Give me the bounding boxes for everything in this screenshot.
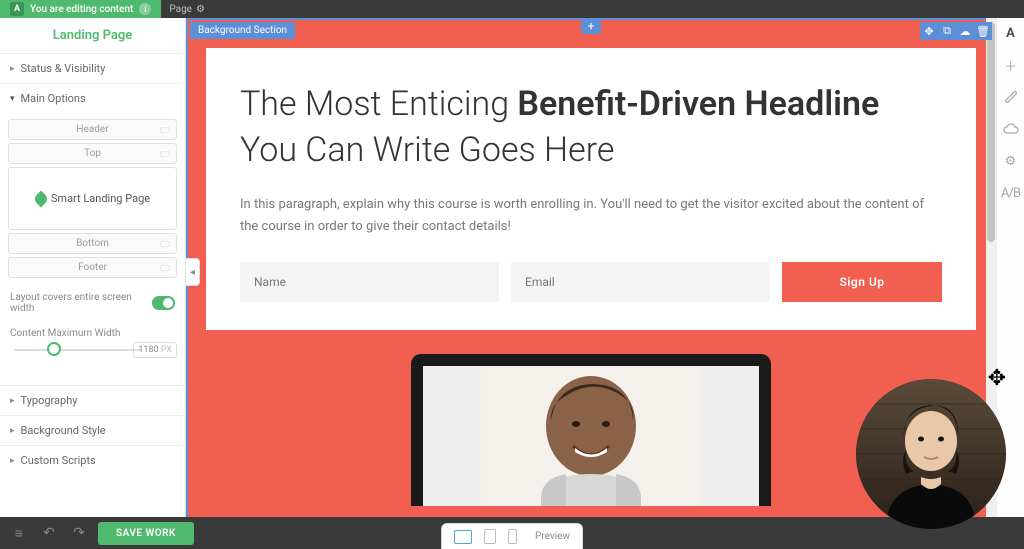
panel-label: Main Options <box>21 92 86 105</box>
phone-view-button[interactable] <box>508 529 517 544</box>
fullwidth-toggle[interactable] <box>152 296 175 310</box>
device-preview-switcher: Preview <box>441 523 583 549</box>
page-crumb[interactable]: Page ⚙ <box>161 4 213 15</box>
move-cursor-icon: ✥ <box>988 366 1006 391</box>
section-tag[interactable]: Background Section <box>190 22 295 39</box>
layout-label: Footer <box>78 262 107 273</box>
presenter-illustration <box>856 379 1006 529</box>
paragraph[interactable]: In this paragraph, explain why this cour… <box>240 194 942 238</box>
panel-main-options[interactable]: ▾ Main Options <box>0 83 185 113</box>
redo-button[interactable]: ↷ <box>68 522 90 544</box>
width-unit: PX <box>161 345 172 355</box>
move-icon[interactable]: ✥ <box>920 22 938 40</box>
person-illustration <box>481 366 701 506</box>
duplicate-icon[interactable]: ⧉ <box>938 22 956 40</box>
left-sidebar: Landing Page ▸ Status & Visibility ▾ Mai… <box>0 18 186 517</box>
fullwidth-toggle-row: Layout covers entire screen width <box>0 284 185 322</box>
undo-button[interactable]: ↶ <box>38 522 60 544</box>
cloud-icon[interactable] <box>1002 120 1020 138</box>
leaf-icon <box>32 191 49 208</box>
layout-label: Smart Landing Page <box>51 192 150 205</box>
save-work-button[interactable]: SAVE WORK <box>98 522 194 545</box>
panel-background-style[interactable]: ▸ Background Style <box>0 415 185 445</box>
width-value-box[interactable]: 1180 PX <box>133 342 177 358</box>
layout-label: Header <box>76 124 108 135</box>
delete-icon[interactable]: 🗑 <box>974 22 992 40</box>
panel-custom-scripts[interactable]: ▸ Custom Scripts <box>0 445 185 475</box>
layout-header[interactable]: Header <box>8 119 177 140</box>
panel-label: Status & Visibility <box>21 62 106 75</box>
visibility-icon[interactable] <box>160 265 170 271</box>
toggle-label: Layout covers entire screen width <box>10 292 152 314</box>
editing-banner: A You are editing content i <box>0 0 161 18</box>
gear-icon[interactable]: ⚙ <box>196 4 205 15</box>
panel-typography[interactable]: ▸ Typography <box>0 385 185 415</box>
add-icon[interactable]: ＋ <box>1002 56 1020 74</box>
layout-label: Top <box>84 148 101 159</box>
slider-label: Content Maximum Width <box>10 328 175 339</box>
email-input[interactable] <box>511 262 770 302</box>
headline-part2: You Can Write Goes Here <box>240 130 614 170</box>
chevron-right-icon: ▸ <box>10 396 15 406</box>
headline-bold: Benefit-Driven Headline <box>517 84 879 124</box>
collapse-sidebar-tab[interactable]: ◂ <box>186 258 200 286</box>
device-frame <box>411 354 771 506</box>
panel-status-visibility[interactable]: ▸ Status & Visibility <box>0 53 185 83</box>
layout-top[interactable]: Top <box>8 143 177 164</box>
menu-icon[interactable]: ≡ <box>8 522 30 544</box>
scrollbar-thumb[interactable] <box>987 22 995 242</box>
visibility-icon[interactable] <box>160 241 170 247</box>
max-width-row: Content Maximum Width 1180 PX <box>0 322 185 367</box>
chevron-right-icon: ▸ <box>10 64 15 74</box>
section-toolbar: ✥ ⧉ ☁ 🗑 <box>920 22 992 40</box>
panel-label: Background Style <box>21 424 106 437</box>
slider-knob[interactable] <box>47 342 61 356</box>
layout-selector: Header Top Smart Landing Page Bottom Foo… <box>0 113 185 284</box>
brush-icon[interactable] <box>1002 88 1020 106</box>
ab-test-icon[interactable]: A/B <box>1002 184 1020 202</box>
content-card[interactable]: The Most Enticing Benefit-Driven Headlin… <box>206 48 976 330</box>
editing-label: You are editing content <box>30 4 133 15</box>
width-slider[interactable] <box>14 349 141 351</box>
panel-label: Typography <box>21 394 78 407</box>
chevron-right-icon: ▸ <box>10 426 15 436</box>
name-input[interactable] <box>240 262 499 302</box>
page-label: Page <box>169 4 192 15</box>
layout-label: Bottom <box>76 238 109 249</box>
layout-footer[interactable]: Footer <box>8 257 177 278</box>
visibility-icon[interactable] <box>160 151 170 157</box>
tablet-view-button[interactable] <box>484 529 496 544</box>
device-mockup[interactable] <box>411 354 771 506</box>
layout-bottom[interactable]: Bottom <box>8 233 177 254</box>
headline-part1: The Most Enticing <box>240 84 517 124</box>
chevron-right-icon: ▸ <box>10 456 15 466</box>
panel-label: Custom Scripts <box>21 454 96 467</box>
presenter-webcam[interactable] <box>856 379 1006 529</box>
chevron-down-icon: ▾ <box>10 94 15 104</box>
settings-icon[interactable]: ⚙ <box>1002 152 1020 170</box>
info-icon[interactable]: i <box>139 3 151 15</box>
device-screen <box>423 366 759 506</box>
signup-button[interactable]: Sign Up <box>782 262 942 302</box>
visibility-icon[interactable] <box>160 127 170 133</box>
top-bar: A You are editing content i Page ⚙ <box>0 0 1024 18</box>
save-icon[interactable]: ☁ <box>956 22 974 40</box>
desktop-view-button[interactable] <box>454 530 472 544</box>
signup-form: Sign Up <box>240 262 942 302</box>
width-value: 1180 <box>138 345 158 355</box>
sidebar-title: Landing Page <box>0 18 185 53</box>
app-logo-badge: A <box>10 2 24 16</box>
headline[interactable]: The Most Enticing Benefit-Driven Headlin… <box>240 82 942 174</box>
layout-center[interactable]: Smart Landing Page <box>8 167 177 230</box>
preview-link[interactable]: Preview <box>535 531 570 542</box>
brand-icon[interactable]: A <box>1002 24 1020 42</box>
add-section-button[interactable]: + <box>581 18 601 34</box>
